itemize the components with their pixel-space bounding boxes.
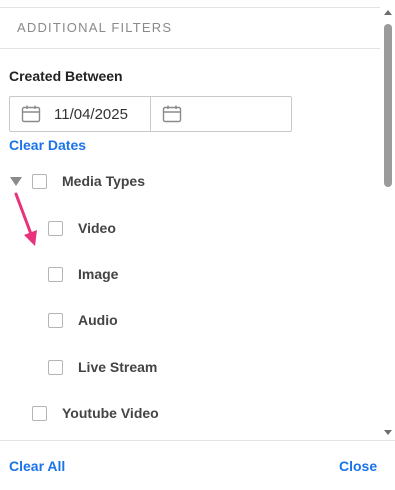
media-types-label: Media Types: [62, 173, 145, 189]
calendar-icon[interactable]: [162, 105, 182, 123]
close-button[interactable]: Close: [339, 458, 377, 474]
youtube-video-label: Youtube Video: [62, 405, 159, 421]
start-date-value[interactable]: 11/04/2025: [54, 106, 128, 123]
calendar-icon[interactable]: [21, 105, 41, 123]
arrow-annotation-icon: [14, 192, 37, 246]
top-divider: [0, 7, 380, 8]
triangle-down-icon[interactable]: [10, 177, 22, 186]
scroll-down-arrow-icon[interactable]: [384, 430, 392, 435]
media-types-checkbox[interactable]: [32, 174, 47, 189]
scroll-up-arrow-icon[interactable]: [384, 10, 392, 15]
end-date-field[interactable]: [151, 97, 291, 131]
date-range-picker: 11/04/2025: [9, 96, 292, 132]
image-checkbox[interactable]: [48, 267, 63, 282]
additional-filters-panel: ADDITIONAL FILTERS Created Between 11/04…: [0, 0, 395, 490]
section-title: ADDITIONAL FILTERS: [17, 20, 173, 35]
start-date-field[interactable]: 11/04/2025: [10, 97, 151, 131]
media-type-item-image: Image: [78, 266, 119, 282]
created-between-label: Created Between: [9, 68, 123, 84]
clear-dates-link[interactable]: Clear Dates: [9, 137, 86, 153]
media-type-item-audio: Audio: [78, 312, 118, 328]
video-checkbox[interactable]: [48, 221, 63, 236]
youtube-video-checkbox[interactable]: [32, 406, 47, 421]
clear-all-button[interactable]: Clear All: [9, 458, 65, 474]
scrollbar-thumb[interactable]: [384, 24, 392, 187]
footer-divider: [0, 440, 395, 441]
media-type-item-live-stream: Live Stream: [78, 359, 158, 375]
live-stream-checkbox[interactable]: [48, 360, 63, 375]
audio-checkbox[interactable]: [48, 313, 63, 328]
title-divider: [0, 48, 380, 49]
media-type-item-video: Video: [78, 220, 116, 236]
